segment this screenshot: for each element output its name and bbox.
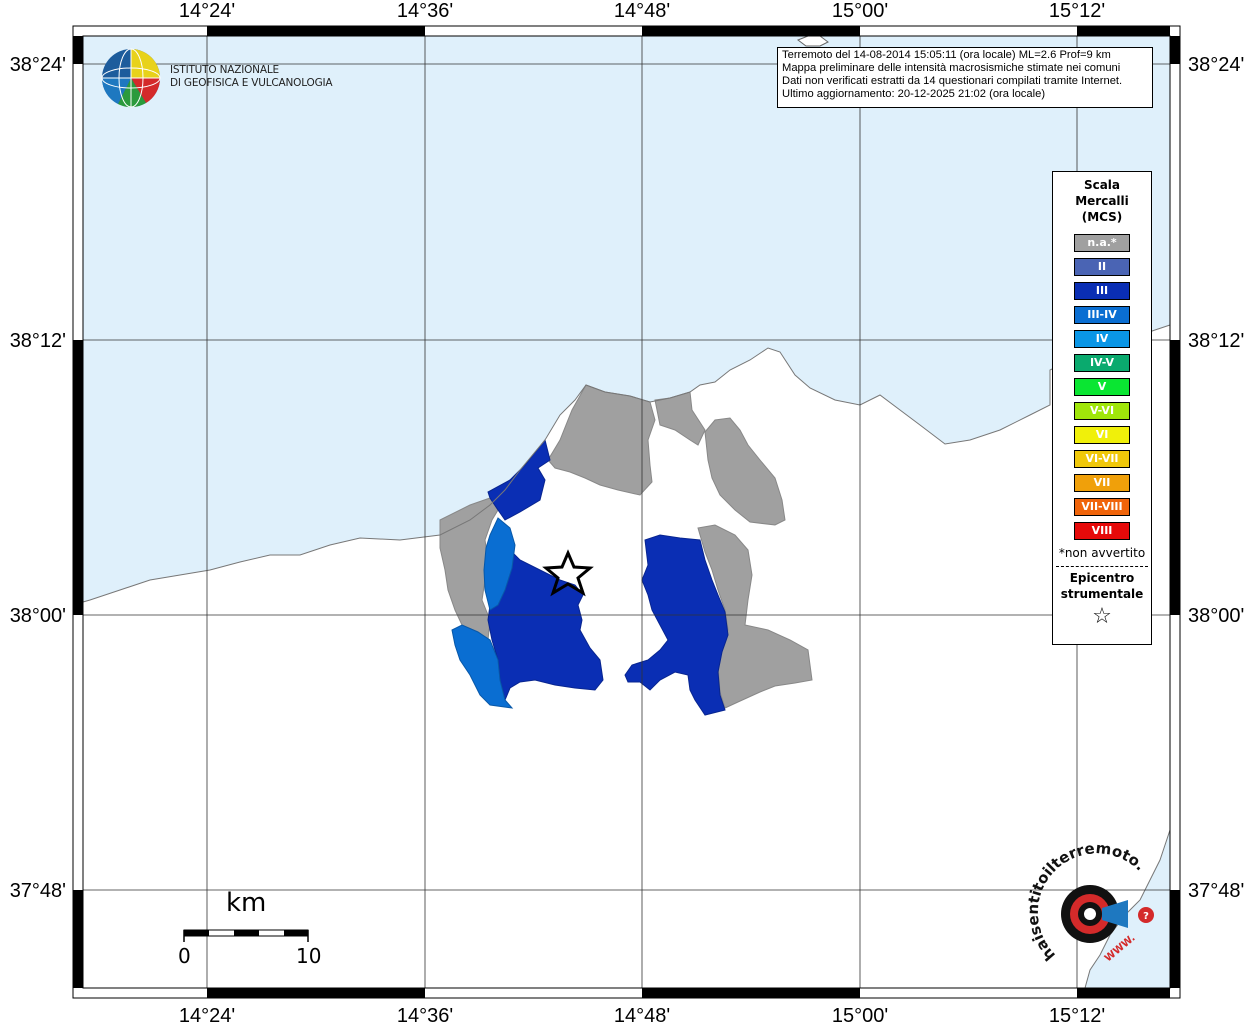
lat-label: 38°00' [1188,605,1244,627]
scale-end: 10 [296,944,322,968]
legend-item: n.a.* [1074,234,1130,252]
map-description-line: Mappa preliminare delle intensità macros… [782,62,1121,74]
legend-item: V [1074,378,1130,396]
last-update-line: Ultimo aggiornamento: 20-12-2025 21:02 (… [782,88,1046,100]
legend-title-line: Mercalli [1075,194,1129,208]
lon-label: 14°36' [397,0,453,22]
ingv-name-line1: ISTITUTO NAZIONALE [170,64,279,76]
lon-label: 14°48' [614,0,670,22]
lon-labels-bottom: 14°24' 14°36' 14°48' 15°00' 15°12' [179,1005,1105,1024]
lon-label: 15°00' [832,1005,888,1024]
lon-label: 14°24' [179,1005,235,1024]
lon-label: 14°24' [179,0,235,22]
lat-label: 38°24' [10,54,66,76]
legend-divider [1056,566,1148,567]
data-source-line: Dati non verificati estratti da 14 quest… [782,75,1123,87]
legend-items: n.a.* II III III-IV IV IV-V V V-VI VI VI-VII VII VI… [1053,234,1151,540]
lat-label: 38°24' [1188,54,1244,76]
legend-item: VI-VII [1074,450,1130,468]
question-icon: ? [1143,911,1149,922]
lon-label: 15°12' [1049,1005,1105,1024]
legend-title: Scala Mercalli (MCS) [1053,177,1151,225]
lon-label: 14°36' [397,1005,453,1024]
legend-item: VII [1074,474,1130,492]
ingv-name: ISTITUTO NAZIONALE DI GEOFISICA E VULCAN… [170,64,333,90]
star-icon: ☆ [1092,604,1112,629]
event-line: Terremoto del 14-08-2014 15:05:11 (ora l… [782,49,1111,61]
epicenter-label-line: strumentale [1060,587,1144,601]
legend-title-line: Scala [1083,178,1121,192]
ingv-globe-logo [101,48,161,108]
epicenter-legend-label: Epicentro strumentale [1053,570,1151,602]
legend-item: II [1074,258,1130,276]
lon-labels-top: 14°24' 14°36' 14°48' 15°00' 15°12' [179,0,1105,22]
lat-label: 38°00' [10,605,66,627]
legend-note: *non avvertito [1058,546,1146,560]
legend-item: VI [1074,426,1130,444]
lon-label: 14°48' [614,1005,670,1024]
epicenter-label-line: Epicentro [1069,571,1135,585]
legend-item: IV [1074,330,1130,348]
scale-unit: km [226,888,267,918]
lat-label: 38°12' [10,330,66,352]
legend-item: III [1074,282,1130,300]
legend-item: IV-V [1074,354,1130,372]
lat-labels-left: 38°24' 38°12' 38°00' 37°48' [10,54,66,902]
legend-item: VIII [1074,522,1130,540]
intensity-legend: Scala Mercalli (MCS) n.a.* II III III-IV IV I… [1052,171,1152,645]
ingv-name-line2: DI GEOFISICA E VULCANOLOGIA [170,77,333,89]
scale-start: 0 [178,944,191,968]
lat-label: 37°48' [1188,880,1244,902]
lon-label: 15°12' [1049,0,1105,22]
event-info-box: Terremoto del 14-08-2014 15:05:11 (ora l… [777,47,1153,108]
lat-labels-right: 38°24' 38°12' 38°00' 37°48' [1188,54,1244,902]
lat-label: 38°12' [1188,330,1244,352]
legend-item: III-IV [1074,306,1130,324]
lon-label: 15°00' [832,0,888,22]
legend-item: V-VI [1074,402,1130,420]
legend-title-line: (MCS) [1081,210,1123,224]
legend-item: VII-VIII [1074,498,1130,516]
lat-label: 37°48' [10,880,66,902]
